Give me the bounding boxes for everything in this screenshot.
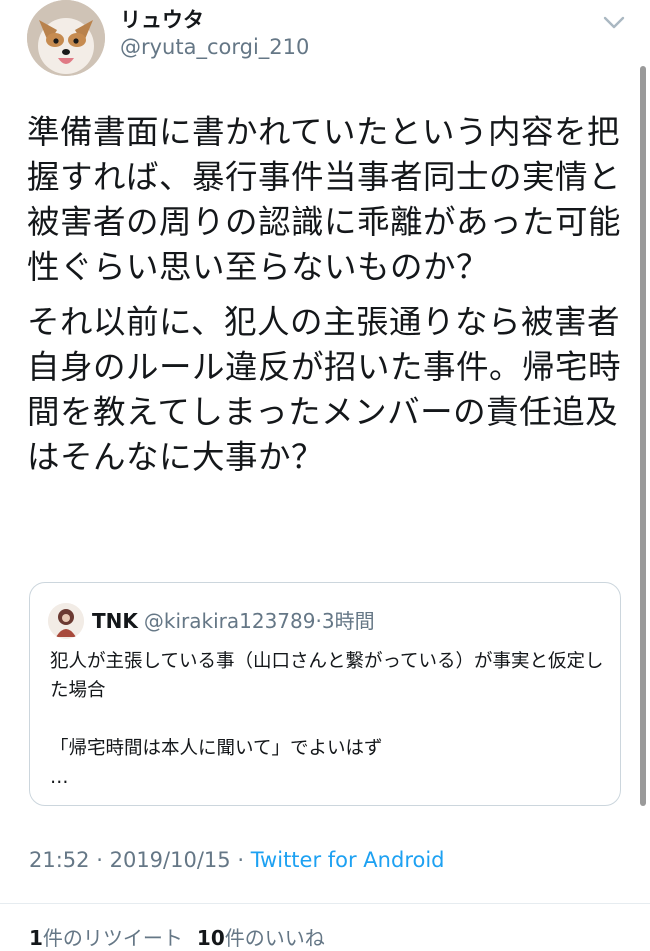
quoted-header: TNK @kirakira123789·3時間 <box>92 605 375 634</box>
like-label: 件のいいね <box>224 926 325 950</box>
like-stat[interactable]: 10件のいいね <box>197 926 325 950</box>
tweet-paragraph: 準備書面に書かれていたという内容を把握すれば、暴行事件当事者同士の実情と被害者の… <box>27 113 622 286</box>
like-count: 10 <box>196 926 225 950</box>
author-handle[interactable]: @ryuta_corgi_210 <box>120 35 309 59</box>
quoted-tweet-card[interactable]: TNK @kirakira123789·3時間 犯人が主張している事（山口さんと繋… <box>29 582 621 806</box>
quoted-line: 犯人が主張している事（山口さんと繋がっている）が事実と仮定した場合 <box>50 651 604 701</box>
scrollbar[interactable] <box>640 66 646 806</box>
quoted-avatar-icon <box>48 603 84 639</box>
quoted-line: 「帰宅時間は本人に聞いて」でよいはず <box>50 738 383 759</box>
tweet-date: 2019/10/15 <box>109 848 231 872</box>
meta-separator: · <box>96 848 103 872</box>
quoted-display-name: TNK <box>92 609 138 633</box>
tweet-stats: 1件のリツイート 10件のいいね <box>29 922 325 951</box>
tweet-paragraph: それ以前に、犯人の主張通りなら被害者自身のルール違反が招いた事件。帰宅時間を教え… <box>27 303 622 476</box>
quoted-handle: @kirakira123789 <box>143 609 316 633</box>
retweet-count: 1 <box>29 926 43 950</box>
chevron-down-icon[interactable] <box>600 12 628 32</box>
quoted-blank-line <box>50 705 610 734</box>
retweet-stat[interactable]: 1件のリツイート <box>29 926 183 950</box>
author-avatar[interactable] <box>27 0 105 76</box>
quoted-ellipsis: … <box>50 767 69 788</box>
tweet-source-link[interactable]: Twitter for Android <box>251 848 445 872</box>
quoted-avatar <box>48 603 84 639</box>
corgi-avatar-icon <box>27 0 105 76</box>
tweet-text: 準備書面に書かれていたという内容を把握すれば、暴行事件当事者同士の実情と被害者の… <box>27 110 627 480</box>
quoted-text: 犯人が主張している事（山口さんと繋がっている）が事実と仮定した場合 「帰宅時間は… <box>50 647 610 792</box>
divider <box>0 903 650 904</box>
quoted-timestamp: 3時間 <box>321 609 375 633</box>
retweet-label: 件のリツイート <box>42 926 183 950</box>
tweet-meta: 21:52 · 2019/10/15 · Twitter for Android <box>29 848 445 872</box>
tweet-time: 21:52 <box>29 848 90 872</box>
meta-separator: · <box>237 848 245 872</box>
author-display-name[interactable]: リュウタ <box>120 4 204 34</box>
